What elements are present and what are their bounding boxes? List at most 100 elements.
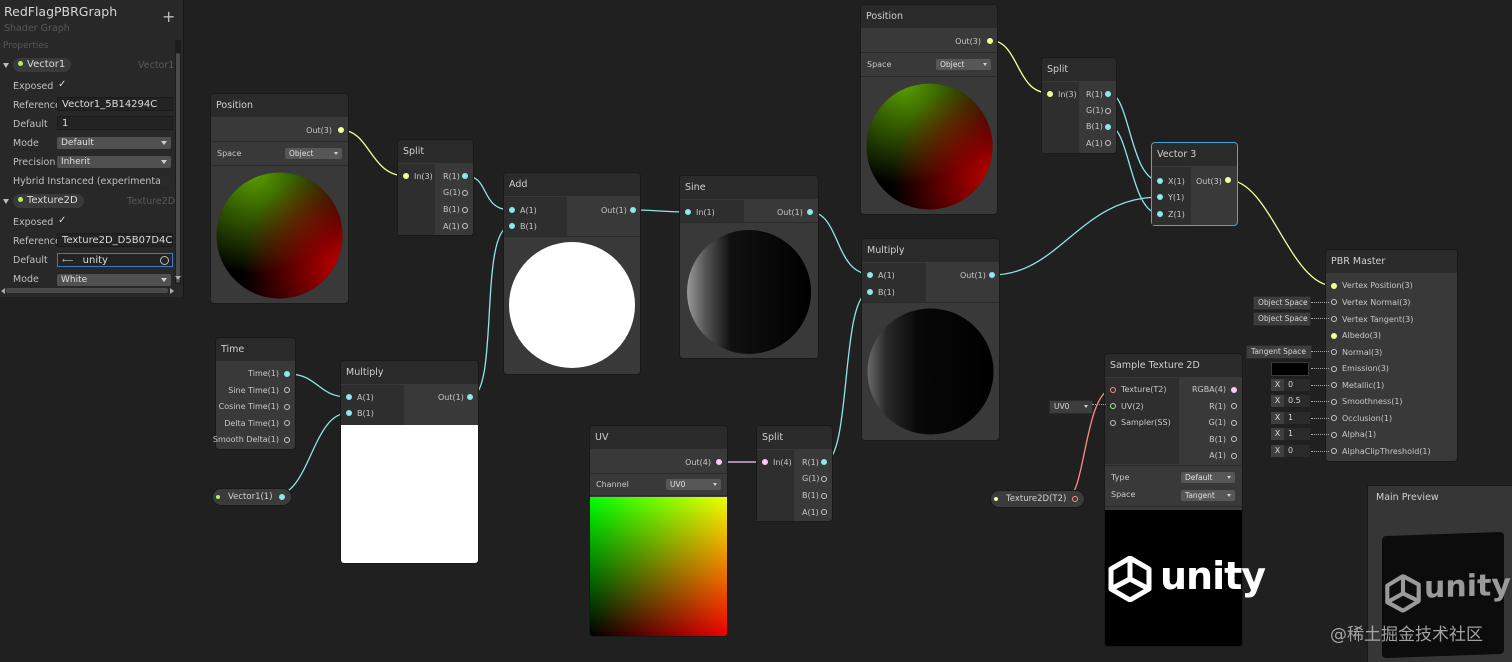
expand-vector1-icon[interactable] xyxy=(3,63,9,68)
out-port[interactable] xyxy=(630,207,636,213)
r-out-port[interactable] xyxy=(1105,91,1111,97)
sample-texture-2d-node[interactable]: Sample Texture 2D Texture(T2) UV(2) Samp… xyxy=(1105,354,1266,646)
smoothness-in-port[interactable] xyxy=(1331,399,1337,405)
metallic-in-port[interactable] xyxy=(1331,382,1337,388)
alpha-value-field[interactable]: X1 xyxy=(1271,428,1310,440)
hybrid-instanced-checkbox[interactable] xyxy=(160,176,170,186)
b-in-port[interactable] xyxy=(509,223,515,229)
g-out-port[interactable] xyxy=(1105,108,1111,114)
texture-in-port[interactable] xyxy=(1110,387,1116,393)
exposed-checkbox[interactable]: ✓ xyxy=(58,79,66,90)
reference-field[interactable]: Texture2D_D5B07D4C xyxy=(57,233,173,247)
out-port[interactable] xyxy=(278,494,285,500)
vertex-position-in-port[interactable] xyxy=(1331,283,1337,289)
uv-channel-tag[interactable]: UV0 xyxy=(1049,400,1093,414)
g-out-port[interactable] xyxy=(1231,420,1237,426)
space-dropdown[interactable]: Tangent xyxy=(1181,490,1235,501)
in-port[interactable] xyxy=(762,459,768,465)
in-port[interactable] xyxy=(1047,91,1053,97)
out-port[interactable] xyxy=(987,38,993,44)
uv-node[interactable]: UV Out(4) Channel UV0 xyxy=(590,426,727,636)
out-port[interactable] xyxy=(807,209,813,215)
a-out-port[interactable] xyxy=(1105,140,1111,146)
out-port[interactable] xyxy=(338,127,344,133)
texture2d-property-node[interactable]: Texture2D(T2) xyxy=(991,491,1085,507)
normal-in-port[interactable] xyxy=(1331,349,1337,355)
uv-in-port[interactable] xyxy=(1110,403,1116,409)
r-out-port[interactable] xyxy=(821,459,827,465)
split-node[interactable]: Split In(3) R(1) G(1) B(1) A(1) xyxy=(398,140,473,235)
a-out-port[interactable] xyxy=(821,509,827,515)
occlusion-in-port[interactable] xyxy=(1331,415,1337,421)
a-in-port[interactable] xyxy=(509,207,515,213)
in-port[interactable] xyxy=(403,173,409,179)
scroll-down-icon[interactable] xyxy=(175,276,181,280)
multiply-node[interactable]: Multiply A(1) B(1) Out(1) xyxy=(341,361,478,563)
delta-time-out-port[interactable] xyxy=(284,420,290,426)
precision-dropdown[interactable]: Inherit xyxy=(57,156,171,168)
vertex-normal-in-port[interactable] xyxy=(1331,299,1337,305)
space-dropdown[interactable]: Object xyxy=(936,59,991,70)
alpha-clip-in-port[interactable] xyxy=(1331,448,1337,454)
z-in-port[interactable] xyxy=(1157,211,1163,217)
pbr-master-node[interactable]: PBR Master Vertex Position(3) Vertex Nor… xyxy=(1326,250,1457,461)
property-vector1[interactable]: Vector1 xyxy=(13,58,72,72)
exposed-checkbox[interactable]: ✓ xyxy=(58,215,66,226)
y-in-port[interactable] xyxy=(1157,194,1163,200)
metallic-value-field[interactable]: X0 xyxy=(1271,379,1310,391)
vector1-property-node[interactable]: Vector1(1) xyxy=(213,489,291,505)
multiply-node[interactable]: Multiply A(1) B(1) Out(1) xyxy=(862,239,999,440)
rgba-out-port[interactable] xyxy=(1231,387,1237,393)
texture-object-field[interactable]: ⟵ unity xyxy=(57,253,173,267)
default-field[interactable]: 1 xyxy=(57,116,173,130)
space-dropdown[interactable]: Object xyxy=(285,148,342,159)
occlusion-value-field[interactable]: X1 xyxy=(1271,412,1310,424)
a-out-port[interactable] xyxy=(462,223,468,229)
time-node[interactable]: Time Time(1) Sine Time(1) Cosine Time(1)… xyxy=(213,338,295,449)
alpha-clip-value-field[interactable]: X0 xyxy=(1271,445,1310,457)
split-node[interactable]: Split In(3) R(1) G(1) B(1) A(1) xyxy=(1042,58,1116,153)
b-out-port[interactable] xyxy=(1105,124,1111,130)
vertical-scrollbar-thumb[interactable] xyxy=(176,53,180,283)
b-in-port[interactable] xyxy=(867,289,873,295)
type-dropdown[interactable]: Default xyxy=(1181,472,1235,483)
out-port[interactable] xyxy=(1072,496,1079,502)
out-port[interactable] xyxy=(716,459,722,465)
vertex-tangent-space-tag[interactable]: Object Space xyxy=(1253,312,1311,326)
channel-dropdown[interactable]: UV0 xyxy=(666,479,721,490)
r-out-port[interactable] xyxy=(1231,403,1237,409)
normal-space-tag[interactable]: Tangent Space xyxy=(1246,345,1312,359)
g-out-port[interactable] xyxy=(462,190,468,196)
reference-field[interactable]: Vector1_5B14294C xyxy=(57,97,173,111)
time-out-port[interactable] xyxy=(284,371,290,377)
in-port[interactable] xyxy=(685,209,691,215)
b-in-port[interactable] xyxy=(346,410,352,416)
smooth-delta-out-port[interactable] xyxy=(284,437,290,443)
add-node[interactable]: Add A(1) B(1) Out(1) xyxy=(504,173,640,374)
object-picker-icon[interactable] xyxy=(160,256,169,265)
position-node[interactable]: Position Out(3) Space Object xyxy=(861,5,997,214)
out-port[interactable] xyxy=(467,394,473,400)
mode-dropdown[interactable]: Default xyxy=(57,137,171,149)
vertex-tangent-in-port[interactable] xyxy=(1331,316,1337,322)
scroll-right-icon[interactable] xyxy=(170,288,174,294)
alpha-in-port[interactable] xyxy=(1331,432,1337,438)
a-in-port[interactable] xyxy=(867,272,873,278)
out-port[interactable] xyxy=(989,272,995,278)
sine-node[interactable]: Sine In(1) Out(1) xyxy=(680,176,818,358)
horizontal-scrollbar[interactable] xyxy=(6,288,168,293)
add-property-button[interactable]: + xyxy=(162,9,175,25)
position-node[interactable]: Position Out(3) Space Object xyxy=(211,94,348,303)
property-texture2d[interactable]: Texture2D xyxy=(13,194,84,208)
emission-in-port[interactable] xyxy=(1331,366,1337,372)
expand-texture2d-icon[interactable] xyxy=(3,199,9,204)
sampler-in-port[interactable] xyxy=(1110,420,1116,426)
out-port[interactable] xyxy=(1225,177,1231,183)
vertex-normal-space-tag[interactable]: Object Space xyxy=(1253,296,1311,310)
a-in-port[interactable] xyxy=(346,394,352,400)
sine-time-out-port[interactable] xyxy=(284,387,290,393)
a-out-port[interactable] xyxy=(1231,453,1237,459)
b-out-port[interactable] xyxy=(821,493,827,499)
albedo-in-port[interactable] xyxy=(1331,333,1337,339)
b-out-port[interactable] xyxy=(462,207,468,213)
